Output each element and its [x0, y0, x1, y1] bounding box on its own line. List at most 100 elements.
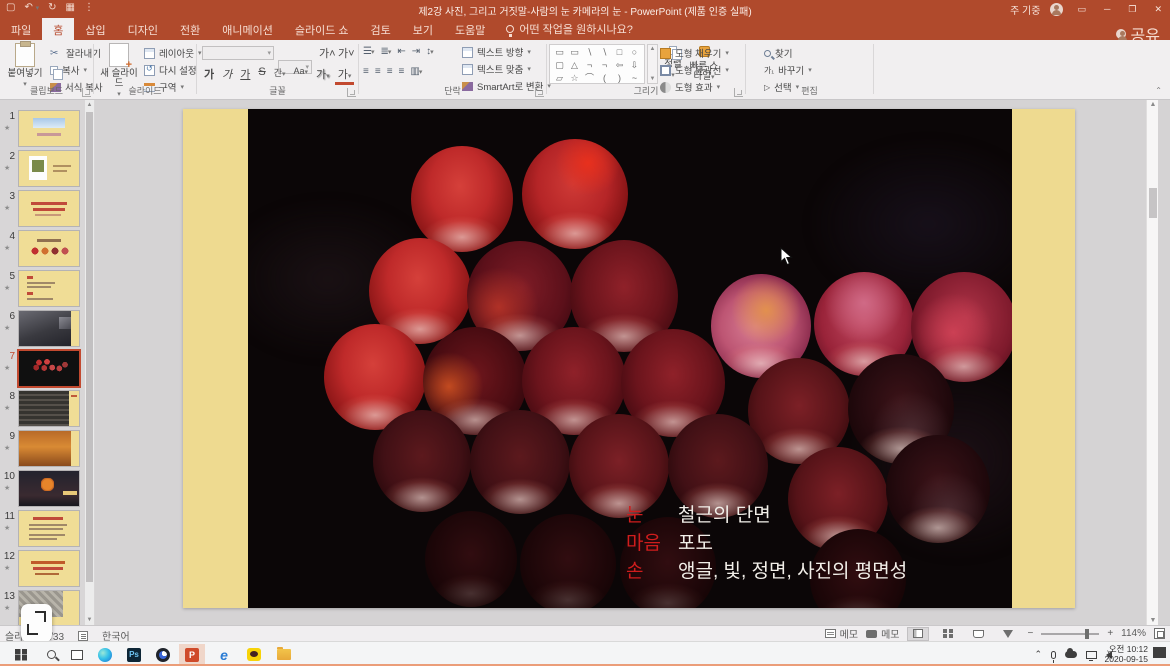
tab-애니메이션[interactable]: 애니메이션	[211, 18, 284, 40]
paste-button[interactable]: 붙여넣기▾	[2, 43, 48, 90]
shape-glyph[interactable]: △	[567, 59, 582, 72]
shrink-font-button[interactable]: 가˅	[335, 45, 358, 61]
align-right-icon[interactable]: ≡	[387, 66, 392, 77]
zoom-slider[interactable]	[1041, 633, 1099, 635]
shape-glyph[interactable]: ⇩	[627, 59, 642, 72]
slide-thumbnail-8[interactable]	[19, 391, 79, 426]
paragraph-item-텍스트 방향[interactable]: 텍스트 방향▾	[462, 45, 551, 59]
tab-삽입[interactable]: 삽입	[74, 18, 116, 40]
taskbar-whale-browser-icon[interactable]	[150, 644, 176, 665]
taskbar-task-view-icon[interactable]	[64, 644, 90, 665]
reading-view-button[interactable]	[967, 627, 989, 641]
scrollbar-thumb[interactable]	[1149, 188, 1157, 218]
decrease-indent-icon[interactable]: ⇤	[397, 46, 404, 57]
slide-thumbnail-10[interactable]	[19, 471, 79, 506]
normal-view-button[interactable]	[907, 627, 929, 641]
slide-thumbnail-11[interactable]	[19, 511, 79, 546]
tab-전환[interactable]: 전환	[169, 18, 211, 40]
tab-슬라이드 쇼[interactable]: 슬라이드 쇼	[284, 18, 360, 40]
shape-glyph[interactable]: ¬	[582, 59, 597, 72]
slide-thumbnail-3[interactable]	[19, 191, 79, 226]
zoom-in-button[interactable]: +	[1107, 628, 1113, 639]
shape-glyph[interactable]: ▢	[552, 59, 567, 72]
microphone-icon[interactable]	[1051, 651, 1056, 659]
slide-sorter-view-button[interactable]	[937, 627, 959, 641]
taskbar-edge-icon[interactable]	[92, 644, 118, 665]
slides-item-다시 설정[interactable]: 다시 설정	[144, 63, 201, 77]
zoom-out-button[interactable]: −	[1027, 628, 1033, 639]
columns-icon[interactable]: ▥▾	[410, 66, 421, 77]
bullets-icon[interactable]: ☰▾	[363, 46, 373, 57]
taskbar-start-icon[interactable]	[8, 644, 34, 665]
font-style-button-0[interactable]: 가	[201, 66, 217, 85]
zoom-level[interactable]: 114%	[1121, 628, 1146, 639]
align-center-icon[interactable]: ≡	[375, 66, 380, 77]
restore-button[interactable]: ❐	[1124, 4, 1140, 15]
line-spacing-icon[interactable]: ↕▾	[426, 46, 433, 57]
slide-thumbnail-4[interactable]	[19, 231, 79, 266]
avatar[interactable]	[1050, 3, 1063, 16]
shape-glyph[interactable]: ∖	[582, 46, 597, 59]
close-button[interactable]: ✕	[1150, 4, 1166, 15]
font-style-button-6[interactable]: 가▾	[313, 66, 333, 85]
font-style-button-3[interactable]: S	[255, 66, 268, 85]
tab-보기[interactable]: 보기	[402, 18, 444, 40]
tab-파일[interactable]: 파일	[0, 18, 42, 40]
taskbar-internet-explorer-icon[interactable]: e	[211, 644, 237, 665]
paragraph-dialog-launcher-icon[interactable]	[535, 88, 544, 97]
taskbar-photoshop-icon[interactable]: Ps	[121, 644, 147, 665]
taskbar-file-explorer-icon[interactable]	[271, 644, 297, 665]
shape-glyph[interactable]: □	[612, 46, 627, 59]
paragraph-item-텍스트 맞춤[interactable]: 텍스트 맞춤▾	[462, 62, 551, 76]
numbering-icon[interactable]: ≣▾	[380, 46, 390, 57]
font-name-select[interactable]	[202, 46, 274, 60]
fit-to-window-icon[interactable]	[1154, 628, 1165, 639]
vertical-scrollbar[interactable]: ▲ ▼	[1146, 100, 1158, 625]
editing-item-찾기[interactable]: 찾기	[764, 46, 812, 60]
action-center-icon[interactable]	[1153, 647, 1166, 658]
increase-indent-icon[interactable]: ⇥	[412, 46, 419, 57]
ribbon-display-options-icon[interactable]: ▭	[1073, 4, 1090, 15]
notes-button[interactable]: 메모	[825, 626, 858, 641]
drawing-item-도형 윤곽선[interactable]: 도형 윤곽선▾	[660, 63, 729, 77]
tab-디자인[interactable]: 디자인	[117, 18, 169, 40]
minimize-button[interactable]: ─	[1100, 4, 1114, 14]
shape-glyph[interactable]: ⇦	[612, 59, 627, 72]
display-icon[interactable]	[1086, 651, 1097, 659]
justify-icon[interactable]: ≡	[399, 66, 404, 77]
font-style-button-7[interactable]: 가▾	[335, 66, 355, 85]
tell-me-box[interactable]: 어떤 작업을 원하시나요?	[496, 18, 642, 40]
collapse-ribbon-icon[interactable]: ⌃	[1155, 86, 1162, 95]
slide-thumbnail-2[interactable]	[19, 151, 79, 186]
editing-item-바꾸기[interactable]: 가₁바꾸기▾	[764, 63, 812, 77]
accessibility-check-icon[interactable]	[78, 631, 88, 641]
tab-홈[interactable]: 홈	[42, 18, 74, 40]
slides-item-레이아웃[interactable]: 레이아웃▾	[144, 46, 201, 60]
comments-button[interactable]: 메모	[866, 626, 899, 641]
taskbar-powerpoint-icon[interactable]: P	[179, 644, 205, 665]
font-style-button-1[interactable]: 가	[219, 66, 235, 85]
slide-thumbnail-12[interactable]	[19, 551, 79, 586]
shape-glyph[interactable]: ▭	[552, 46, 567, 59]
align-left-icon[interactable]: ≡	[363, 66, 368, 77]
zoom-slider-knob[interactable]	[1085, 629, 1089, 639]
slide-thumbnail-9[interactable]	[19, 431, 79, 466]
screen-overlay-expand-button[interactable]	[21, 604, 52, 642]
drawing-item-도형 효과[interactable]: 도형 효과▾	[660, 80, 729, 94]
taskbar-clock[interactable]: 오전 10:12 2020-09-15	[1105, 645, 1148, 664]
font-style-button-2[interactable]: 가	[237, 66, 253, 85]
clipboard-dialog-launcher-icon[interactable]	[82, 88, 91, 97]
slide-thumbnail-5[interactable]	[19, 271, 79, 306]
slide-thumbnail-7[interactable]	[19, 351, 79, 386]
font-dialog-launcher-icon[interactable]	[347, 88, 356, 97]
font-style-button-5[interactable]: Aa▾	[291, 66, 312, 85]
shape-glyph[interactable]: ¬	[597, 59, 612, 72]
shape-glyph[interactable]: ∖	[597, 46, 612, 59]
slide-thumbnail-1[interactable]	[19, 111, 79, 146]
tray-chevron-icon[interactable]: ⌃	[1034, 649, 1042, 660]
shape-glyph[interactable]: ▭	[567, 46, 582, 59]
shapes-scroll[interactable]: ▲▼	[647, 44, 658, 84]
font-style-button-4[interactable]: 간▾	[271, 66, 289, 85]
onedrive-icon[interactable]	[1065, 651, 1077, 658]
taskbar-kakaotalk-icon[interactable]	[241, 644, 267, 665]
